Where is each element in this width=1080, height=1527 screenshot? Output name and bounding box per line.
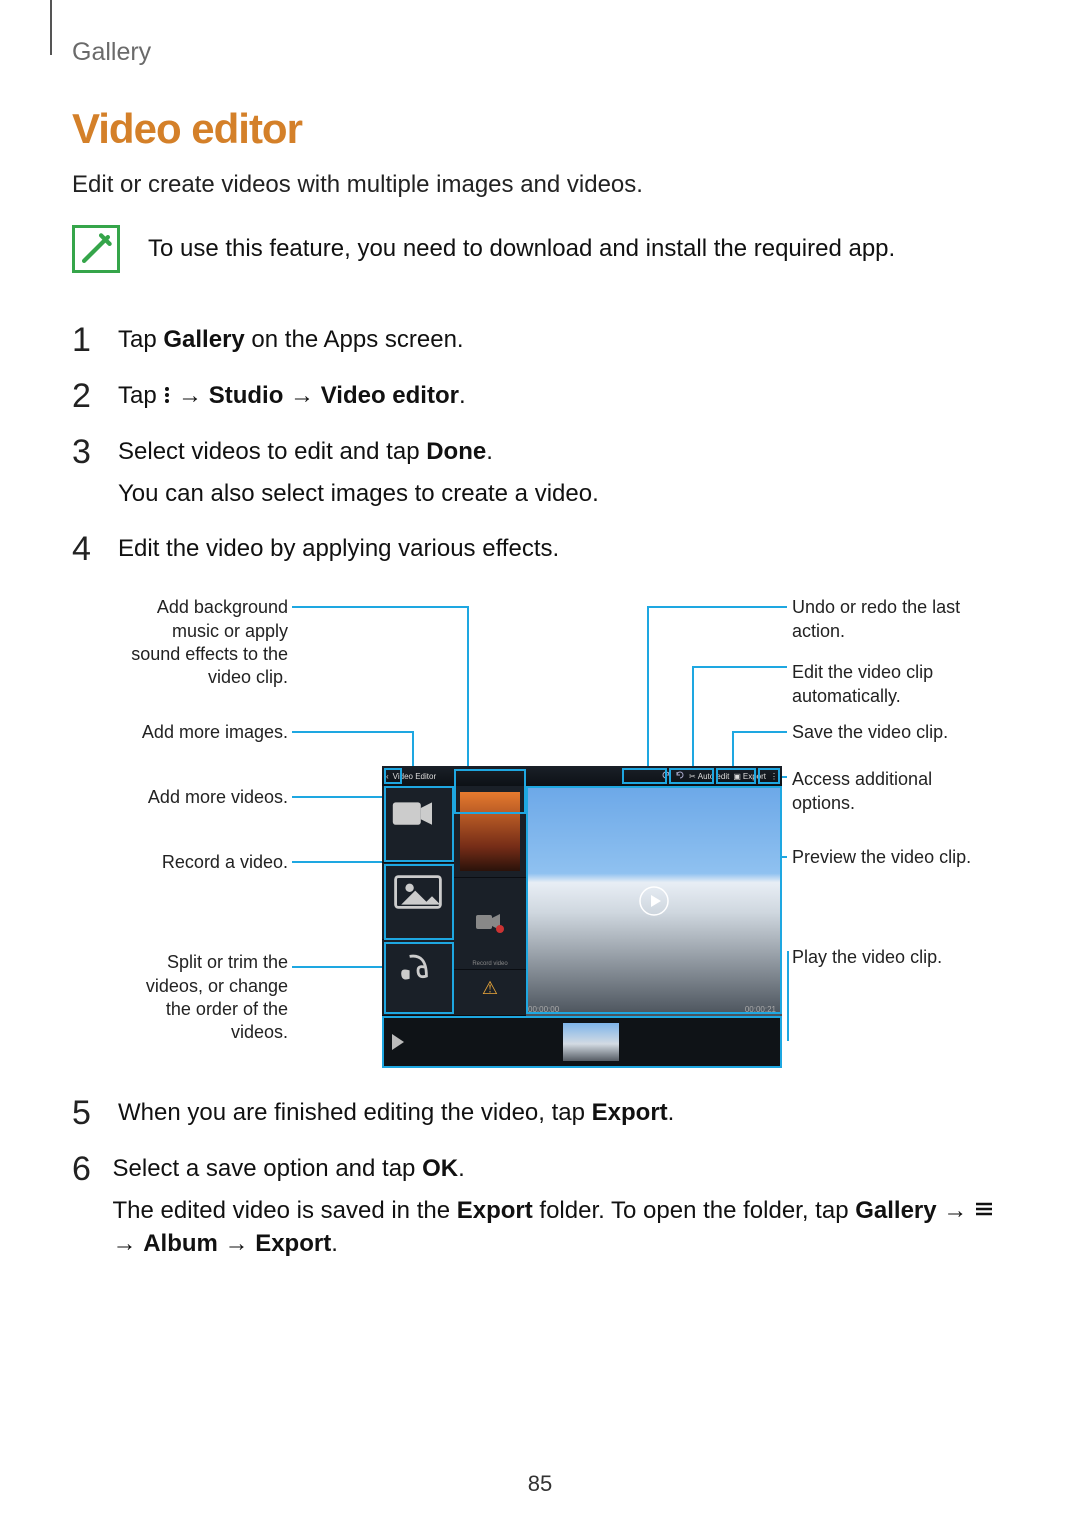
hl-undo-redo bbox=[622, 768, 667, 784]
step-body: Select videos to edit and tap Done. You … bbox=[118, 435, 599, 510]
label-preview: Preview the video clip. bbox=[792, 846, 982, 869]
label-play: Play the video clip. bbox=[792, 946, 982, 969]
hl-more bbox=[758, 768, 780, 784]
text: folder. To open the folder, tap bbox=[533, 1197, 855, 1224]
step-3: 3 Select videos to edit and tap Done. Yo… bbox=[72, 435, 1008, 510]
step-2: 2 Tap → Studio → Video editor. bbox=[72, 379, 1008, 413]
hl-preview bbox=[526, 786, 782, 1014]
text: The edited video is saved in the bbox=[113, 1197, 457, 1224]
step-number: 3 bbox=[72, 435, 100, 469]
text-bold: Export bbox=[457, 1197, 533, 1224]
text: Select videos to edit and tap bbox=[118, 438, 426, 465]
text: . bbox=[668, 1099, 675, 1126]
step-5: 5 When you are finished editing the vide… bbox=[72, 1096, 1008, 1130]
step-6: 6 Select a save option and tap OK. The e… bbox=[72, 1152, 1008, 1261]
hl-back bbox=[384, 768, 402, 784]
text: → bbox=[937, 1197, 974, 1224]
text-bold: Gallery bbox=[163, 326, 244, 353]
step-body: Edit the video by applying various effec… bbox=[118, 532, 559, 566]
hl-side-video bbox=[384, 786, 454, 862]
label-options: Access additional options. bbox=[792, 768, 982, 815]
text: . bbox=[331, 1230, 338, 1257]
steps: 1 Tap Gallery on the Apps screen. 2 Tap … bbox=[72, 323, 1008, 1261]
clip-column: Record video ⚠ bbox=[454, 786, 526, 1016]
text-bold: Done bbox=[426, 438, 486, 465]
label-sound: Add background music or apply sound effe… bbox=[118, 596, 288, 690]
text: Tap bbox=[118, 382, 163, 409]
hl-sound bbox=[454, 769, 526, 814]
clip-warn[interactable]: ⚠ bbox=[454, 970, 526, 1016]
hl-side-image bbox=[384, 864, 454, 940]
section-title: Video editor bbox=[72, 105, 1008, 153]
text-bold: OK bbox=[422, 1155, 458, 1182]
step-subtext: You can also select images to create a v… bbox=[118, 477, 599, 511]
label-split: Split or trim the videos, or change the … bbox=[118, 951, 288, 1045]
label-save: Save the video clip. bbox=[792, 721, 982, 744]
step-4: 4 Edit the video by applying various eff… bbox=[72, 532, 1008, 566]
text-bold: Album bbox=[143, 1230, 218, 1257]
text: on the Apps screen. bbox=[245, 326, 464, 353]
step-1: 1 Tap Gallery on the Apps screen. bbox=[72, 323, 1008, 357]
step-number: 1 bbox=[72, 323, 100, 357]
clip-record[interactable]: Record video bbox=[454, 878, 526, 970]
text: . bbox=[486, 438, 493, 465]
label-autoedit: Edit the video clip automatically. bbox=[792, 661, 982, 708]
text-bold: Studio bbox=[209, 382, 284, 409]
step-number: 2 bbox=[72, 379, 100, 413]
callout: To use this feature, you need to downloa… bbox=[72, 225, 1008, 273]
text-bold: Video editor bbox=[321, 382, 459, 409]
hl-timeline bbox=[382, 1016, 782, 1068]
more-options-icon bbox=[163, 385, 171, 405]
text: → bbox=[283, 382, 320, 409]
callout-text: To use this feature, you need to downloa… bbox=[148, 235, 895, 263]
section-intro: Edit or create videos with multiple imag… bbox=[72, 171, 1008, 199]
text-bold: Export bbox=[592, 1099, 668, 1126]
text: Tap bbox=[118, 326, 163, 353]
step-subtext: The edited video is saved in the Export … bbox=[113, 1194, 1008, 1261]
text: → bbox=[218, 1230, 255, 1257]
menu-icon bbox=[974, 1201, 994, 1217]
step-number: 6 bbox=[72, 1152, 95, 1186]
text-bold: Export bbox=[255, 1230, 331, 1257]
text: Select a save option and tap bbox=[113, 1155, 423, 1182]
header-divider bbox=[50, 0, 52, 55]
page-content: Video editor Edit or create videos with … bbox=[72, 105, 1008, 1283]
label-images: Add more images. bbox=[118, 721, 288, 744]
step-number: 5 bbox=[72, 1096, 100, 1130]
text: . bbox=[459, 382, 466, 409]
text-bold: Gallery bbox=[855, 1197, 936, 1224]
step-number: 4 bbox=[72, 532, 100, 566]
text: When you are finished editing the video,… bbox=[118, 1099, 592, 1126]
step-body: When you are finished editing the video,… bbox=[118, 1096, 674, 1130]
hl-side-music bbox=[384, 942, 454, 1014]
step-body: Tap → Studio → Video editor. bbox=[118, 379, 466, 413]
label-videos: Add more videos. bbox=[118, 786, 288, 809]
page-number: 85 bbox=[0, 1471, 1080, 1497]
label-undo: Undo or redo the last action. bbox=[792, 596, 982, 643]
text: → bbox=[113, 1230, 144, 1257]
step-body: Tap Gallery on the Apps screen. bbox=[118, 323, 464, 357]
annotated-figure: Add background music or apply sound effe… bbox=[112, 596, 1008, 1056]
label-record: Record a video. bbox=[118, 851, 288, 874]
text: . bbox=[458, 1155, 465, 1182]
text: → bbox=[171, 382, 208, 409]
note-icon bbox=[72, 225, 120, 273]
hl-autoedit bbox=[669, 768, 714, 784]
hl-export bbox=[716, 768, 756, 784]
step-body: Select a save option and tap OK. The edi… bbox=[113, 1152, 1008, 1261]
breadcrumb: Gallery bbox=[72, 38, 151, 67]
